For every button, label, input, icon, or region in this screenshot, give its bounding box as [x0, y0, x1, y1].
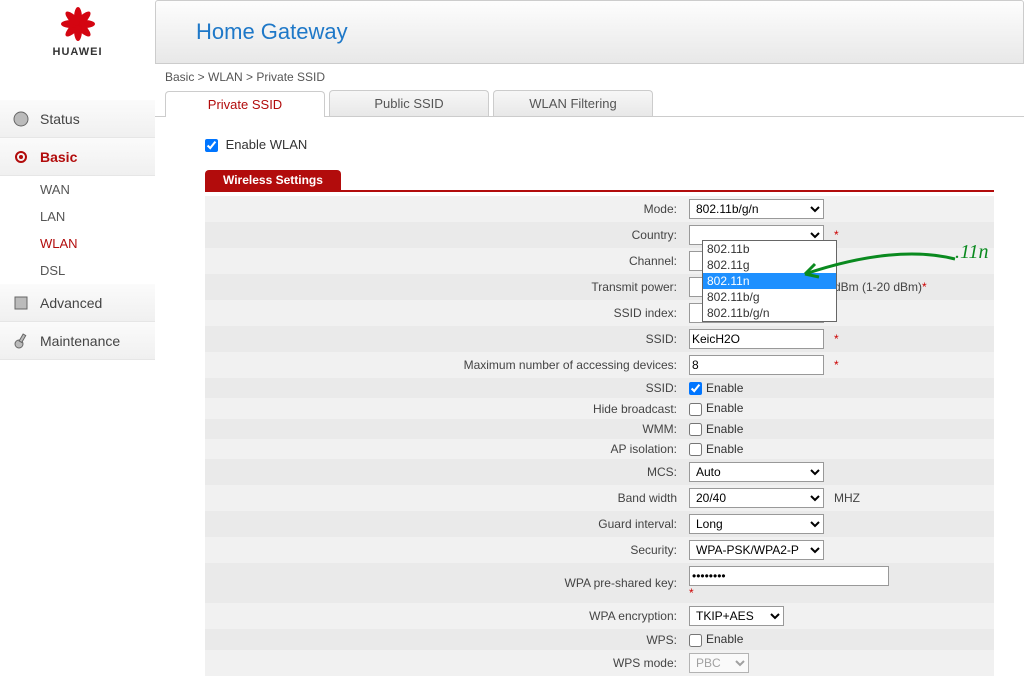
bandwidth-select[interactable]: 20/40 — [689, 488, 824, 508]
sidebar-item-label: Maintenance — [40, 333, 120, 349]
label-hide-broadcast: Hide broadcast: — [205, 398, 685, 418]
label-mode: Mode: — [205, 196, 685, 222]
sidebar-sub-lan[interactable]: LAN — [0, 203, 155, 230]
breadcrumb: Basic > WLAN > Private SSID — [155, 64, 1024, 90]
max-devices-input[interactable] — [689, 355, 824, 375]
mode-option-2[interactable]: 802.11n — [703, 273, 836, 289]
mode-dropdown-list[interactable]: 802.11b 802.11g 802.11n 802.11b/g 802.11… — [702, 240, 837, 322]
security-select[interactable]: WPA-PSK/WPA2-P — [689, 540, 824, 560]
label-guard-interval: Guard interval: — [205, 511, 685, 537]
mode-option-3[interactable]: 802.11b/g — [703, 289, 836, 305]
wps-mode-select[interactable]: PBC — [689, 653, 749, 673]
label-ssid: SSID: — [205, 326, 685, 352]
mode-option-4[interactable]: 802.11b/g/n — [703, 305, 836, 321]
sidebar-item-label: Advanced — [40, 295, 102, 311]
brand-logo: HUAWEI — [0, 0, 155, 64]
wpa-encryption-select[interactable]: TKIP+AES — [689, 606, 784, 626]
brand-text: HUAWEI — [53, 46, 103, 58]
tab-wlan-filtering[interactable]: WLAN Filtering — [493, 90, 653, 116]
tab-row: Private SSID Public SSID WLAN Filtering — [155, 90, 1024, 117]
sidebar-item-label: Basic — [40, 149, 77, 165]
status-icon — [10, 108, 32, 130]
ssid-input[interactable] — [689, 329, 824, 349]
enable-wlan-checkbox[interactable] — [205, 139, 218, 152]
label-transmit-power: Transmit power: — [205, 274, 685, 300]
settings-form: Mode: 802.11b/g/n Country: * Channel: Tr… — [205, 196, 994, 676]
bandwidth-suffix: MHZ — [830, 485, 994, 511]
label-wps: WPS: — [205, 629, 685, 649]
sidebar-item-advanced[interactable]: Advanced — [0, 284, 155, 322]
gear-icon — [10, 146, 32, 168]
label-channel: Channel: — [205, 248, 685, 274]
mode-option-0[interactable]: 802.11b — [703, 241, 836, 257]
section-header: Wireless Settings — [205, 170, 994, 192]
tab-private-ssid[interactable]: Private SSID — [165, 91, 325, 117]
sidebar-item-basic[interactable]: Basic — [0, 138, 155, 176]
sidebar-sub-wlan[interactable]: WLAN — [0, 230, 155, 257]
advanced-icon — [10, 292, 32, 314]
wpa-key-input[interactable] — [689, 566, 889, 586]
sidebar: Status Basic WAN LAN WLAN DSL Advanced M… — [0, 100, 155, 360]
enable-wlan-row: Enable WLAN — [205, 137, 994, 152]
wmm-checkbox[interactable] — [689, 423, 702, 436]
mcs-select[interactable]: Auto — [689, 462, 824, 482]
label-max-devices: Maximum number of accessing devices: — [205, 352, 685, 378]
sidebar-item-maintenance[interactable]: Maintenance — [0, 322, 155, 360]
page-title: Home Gateway — [196, 19, 348, 45]
enable-wlan-label: Enable WLAN — [226, 137, 308, 152]
label-wpa-encryption: WPA encryption: — [205, 603, 685, 629]
mode-select[interactable]: 802.11b/g/n — [689, 199, 824, 219]
hide-broadcast-checkbox[interactable] — [689, 403, 702, 416]
transmit-power-suffix: dBm (1-20 dBm) — [834, 280, 922, 294]
label-security: Security: — [205, 537, 685, 563]
maintenance-icon — [10, 330, 32, 352]
wps-checkbox[interactable] — [689, 634, 702, 647]
section-title: Wireless Settings — [205, 170, 341, 190]
label-wps-mode: WPS mode: — [205, 650, 685, 676]
label-wpa-key: WPA pre-shared key: — [205, 563, 685, 603]
label-ssid-enable: SSID: — [205, 378, 685, 398]
label-wmm: WMM: — [205, 419, 685, 439]
guard-interval-select[interactable]: Long — [689, 514, 824, 534]
title-bar: Home Gateway — [155, 0, 1024, 64]
label-country: Country: — [205, 222, 685, 248]
tab-public-ssid[interactable]: Public SSID — [329, 90, 489, 116]
label-mcs: MCS: — [205, 459, 685, 485]
label-bandwidth: Band width — [205, 485, 685, 511]
sidebar-sub-dsl[interactable]: DSL — [0, 257, 155, 284]
ap-isolation-checkbox[interactable] — [689, 443, 702, 456]
sidebar-sub-wan[interactable]: WAN — [0, 176, 155, 203]
label-ap-isolation: AP isolation: — [205, 439, 685, 459]
huawei-petals-icon — [59, 6, 97, 44]
sidebar-item-label: Status — [40, 111, 80, 127]
label-ssid-index: SSID index: — [205, 300, 685, 326]
sidebar-item-status[interactable]: Status — [0, 100, 155, 138]
mode-option-1[interactable]: 802.11g — [703, 257, 836, 273]
ssid-enable-checkbox[interactable] — [689, 382, 702, 395]
